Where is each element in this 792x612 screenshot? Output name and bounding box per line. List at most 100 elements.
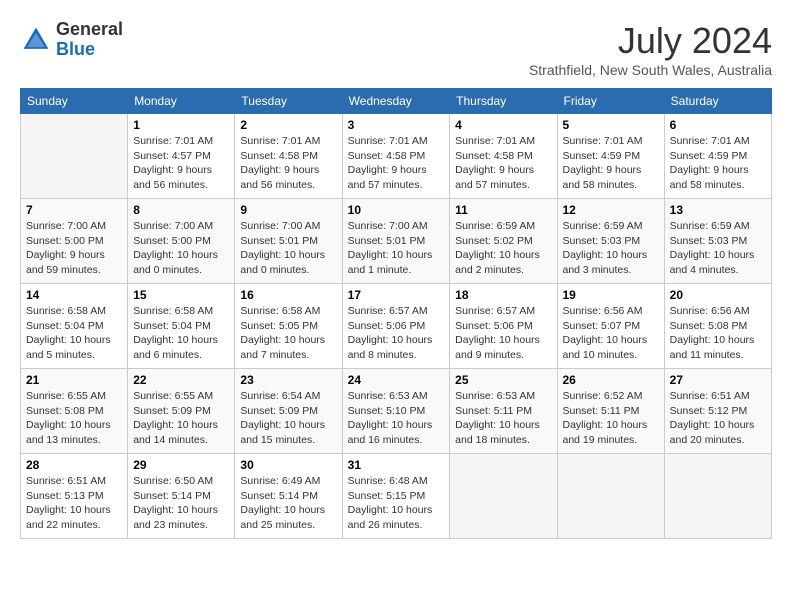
col-sunday: Sunday (21, 89, 128, 114)
calendar-cell: 15 Sunrise: 6:58 AMSunset: 5:04 PMDayligh… (128, 284, 235, 369)
day-number: 31 (348, 458, 445, 472)
day-info: Sunrise: 6:53 AMSunset: 5:10 PMDaylight:… (348, 389, 445, 448)
day-info: Sunrise: 6:59 AMSunset: 5:03 PMDaylight:… (670, 219, 766, 278)
col-thursday: Thursday (450, 89, 557, 114)
day-number: 19 (563, 288, 659, 302)
calendar-cell: 23Sunrise: 6:54 AMSunset: 5:09 PMDayligh… (235, 369, 342, 454)
calendar-cell: 7 Sunrise: 7:00 AMSunset: 5:00 PMDaylight… (21, 199, 128, 284)
calendar-cell: 14 Sunrise: 6:58 AMSunset: 5:04 PMDayligh… (21, 284, 128, 369)
calendar-cell: 19 Sunrise: 6:56 AMSunset: 5:07 PMDayligh… (557, 284, 664, 369)
calendar-cell: 20Sunrise: 6:56 AMSunset: 5:08 PMDayligh… (664, 284, 771, 369)
day-number: 7 (26, 203, 122, 217)
week-row-4: 21 Sunrise: 6:55 AMSunset: 5:08 PMDayligh… (21, 369, 772, 454)
week-row-3: 14 Sunrise: 6:58 AMSunset: 5:04 PMDayligh… (21, 284, 772, 369)
calendar-cell (664, 454, 771, 539)
day-info: Sunrise: 6:53 AMSunset: 5:11 PMDaylight:… (455, 389, 551, 448)
calendar-cell: 16 Sunrise: 6:58 AMSunset: 5:05 PMDayligh… (235, 284, 342, 369)
day-number: 26 (563, 373, 659, 387)
calendar-cell (557, 454, 664, 539)
calendar-cell: 2 Sunrise: 7:01 AMSunset: 4:58 PMDaylight… (235, 114, 342, 199)
day-info: Sunrise: 7:01 AMSunset: 4:57 PMDaylight:… (133, 134, 229, 193)
day-number: 9 (240, 203, 336, 217)
day-info: Sunrise: 6:50 AMSunset: 5:14 PMDaylight:… (133, 474, 229, 533)
day-info: Sunrise: 6:55 AMSunset: 5:08 PMDaylight:… (26, 389, 122, 448)
calendar-cell: 4 Sunrise: 7:01 AMSunset: 4:58 PMDaylight… (450, 114, 557, 199)
calendar-cell: 12 Sunrise: 6:59 AMSunset: 5:03 PMDayligh… (557, 199, 664, 284)
calendar-cell (450, 454, 557, 539)
week-row-1: 1Sunrise: 7:01 AMSunset: 4:57 PMDaylight… (21, 114, 772, 199)
day-info: Sunrise: 6:59 AMSunset: 5:03 PMDaylight:… (563, 219, 659, 278)
day-info: Sunrise: 6:48 AMSunset: 5:15 PMDaylight:… (348, 474, 445, 533)
week-row-5: 28 Sunrise: 6:51 AMSunset: 5:13 PMDayligh… (21, 454, 772, 539)
col-saturday: Saturday (664, 89, 771, 114)
logo-blue: Blue (56, 39, 95, 59)
day-info: Sunrise: 6:58 AMSunset: 5:04 PMDaylight:… (133, 304, 229, 363)
calendar-cell: 10 Sunrise: 7:00 AMSunset: 5:01 PMDayligh… (342, 199, 450, 284)
calendar-cell: 24Sunrise: 6:53 AMSunset: 5:10 PMDayligh… (342, 369, 450, 454)
calendar-cell: 18Sunrise: 6:57 AMSunset: 5:06 PMDayligh… (450, 284, 557, 369)
month-title: July 2024 (529, 20, 772, 62)
calendar-cell: 31 Sunrise: 6:48 AMSunset: 5:15 PMDayligh… (342, 454, 450, 539)
day-number: 30 (240, 458, 336, 472)
calendar-cell: 17 Sunrise: 6:57 AMSunset: 5:06 PMDayligh… (342, 284, 450, 369)
calendar-cell (21, 114, 128, 199)
location: Strathfield, New South Wales, Australia (529, 62, 772, 78)
day-number: 18 (455, 288, 551, 302)
calendar-cell: 30Sunrise: 6:49 AMSunset: 5:14 PMDayligh… (235, 454, 342, 539)
day-number: 10 (348, 203, 445, 217)
day-number: 15 (133, 288, 229, 302)
calendar-cell: 13Sunrise: 6:59 AMSunset: 5:03 PMDayligh… (664, 199, 771, 284)
day-number: 22 (133, 373, 229, 387)
day-info: Sunrise: 7:01 AMSunset: 4:59 PMDaylight:… (670, 134, 766, 193)
day-info: Sunrise: 7:00 AMSunset: 5:00 PMDaylight:… (26, 219, 122, 278)
day-info: Sunrise: 6:55 AMSunset: 5:09 PMDaylight:… (133, 389, 229, 448)
day-number: 3 (348, 118, 445, 132)
day-number: 28 (26, 458, 122, 472)
day-number: 25 (455, 373, 551, 387)
day-info: Sunrise: 7:00 AMSunset: 5:01 PMDaylight:… (348, 219, 445, 278)
page-header: General Blue July 2024 Strathfield, New … (20, 20, 772, 78)
day-info: Sunrise: 7:01 AMSunset: 4:58 PMDaylight:… (455, 134, 551, 193)
day-info: Sunrise: 6:58 AMSunset: 5:05 PMDaylight:… (240, 304, 336, 363)
logo-general: General (56, 19, 123, 39)
logo-icon (20, 24, 52, 56)
day-number: 4 (455, 118, 551, 132)
calendar-cell: 11Sunrise: 6:59 AMSunset: 5:02 PMDayligh… (450, 199, 557, 284)
calendar-cell: 5Sunrise: 7:01 AMSunset: 4:59 PMDaylight… (557, 114, 664, 199)
day-info: Sunrise: 6:52 AMSunset: 5:11 PMDaylight:… (563, 389, 659, 448)
calendar-cell: 26 Sunrise: 6:52 AMSunset: 5:11 PMDayligh… (557, 369, 664, 454)
col-wednesday: Wednesday (342, 89, 450, 114)
calendar-cell: 25 Sunrise: 6:53 AMSunset: 5:11 PMDayligh… (450, 369, 557, 454)
day-info: Sunrise: 7:00 AMSunset: 5:01 PMDaylight:… (240, 219, 336, 278)
day-number: 12 (563, 203, 659, 217)
title-block: July 2024 Strathfield, New South Wales, … (529, 20, 772, 78)
calendar-header-row: Sunday Monday Tuesday Wednesday Thursday… (21, 89, 772, 114)
day-info: Sunrise: 6:58 AMSunset: 5:04 PMDaylight:… (26, 304, 122, 363)
day-info: Sunrise: 7:00 AMSunset: 5:00 PMDaylight:… (133, 219, 229, 278)
calendar-table: Sunday Monday Tuesday Wednesday Thursday… (20, 88, 772, 539)
day-number: 14 (26, 288, 122, 302)
day-info: Sunrise: 6:59 AMSunset: 5:02 PMDaylight:… (455, 219, 551, 278)
day-number: 29 (133, 458, 229, 472)
day-info: Sunrise: 6:51 AMSunset: 5:13 PMDaylight:… (26, 474, 122, 533)
day-info: Sunrise: 7:01 AMSunset: 4:58 PMDaylight:… (348, 134, 445, 193)
day-info: Sunrise: 6:56 AMSunset: 5:07 PMDaylight:… (563, 304, 659, 363)
calendar-cell: 9 Sunrise: 7:00 AMSunset: 5:01 PMDaylight… (235, 199, 342, 284)
day-number: 8 (133, 203, 229, 217)
day-number: 2 (240, 118, 336, 132)
day-number: 21 (26, 373, 122, 387)
calendar-cell: 28 Sunrise: 6:51 AMSunset: 5:13 PMDayligh… (21, 454, 128, 539)
day-info: Sunrise: 6:56 AMSunset: 5:08 PMDaylight:… (670, 304, 766, 363)
col-friday: Friday (557, 89, 664, 114)
calendar-cell: 3 Sunrise: 7:01 AMSunset: 4:58 PMDaylight… (342, 114, 450, 199)
day-info: Sunrise: 6:57 AMSunset: 5:06 PMDaylight:… (348, 304, 445, 363)
day-number: 17 (348, 288, 445, 302)
day-number: 27 (670, 373, 766, 387)
day-info: Sunrise: 7:01 AMSunset: 4:58 PMDaylight:… (240, 134, 336, 193)
calendar-cell: 21 Sunrise: 6:55 AMSunset: 5:08 PMDayligh… (21, 369, 128, 454)
calendar-cell: 22 Sunrise: 6:55 AMSunset: 5:09 PMDayligh… (128, 369, 235, 454)
day-number: 6 (670, 118, 766, 132)
col-tuesday: Tuesday (235, 89, 342, 114)
day-number: 16 (240, 288, 336, 302)
calendar-cell: 1Sunrise: 7:01 AMSunset: 4:57 PMDaylight… (128, 114, 235, 199)
